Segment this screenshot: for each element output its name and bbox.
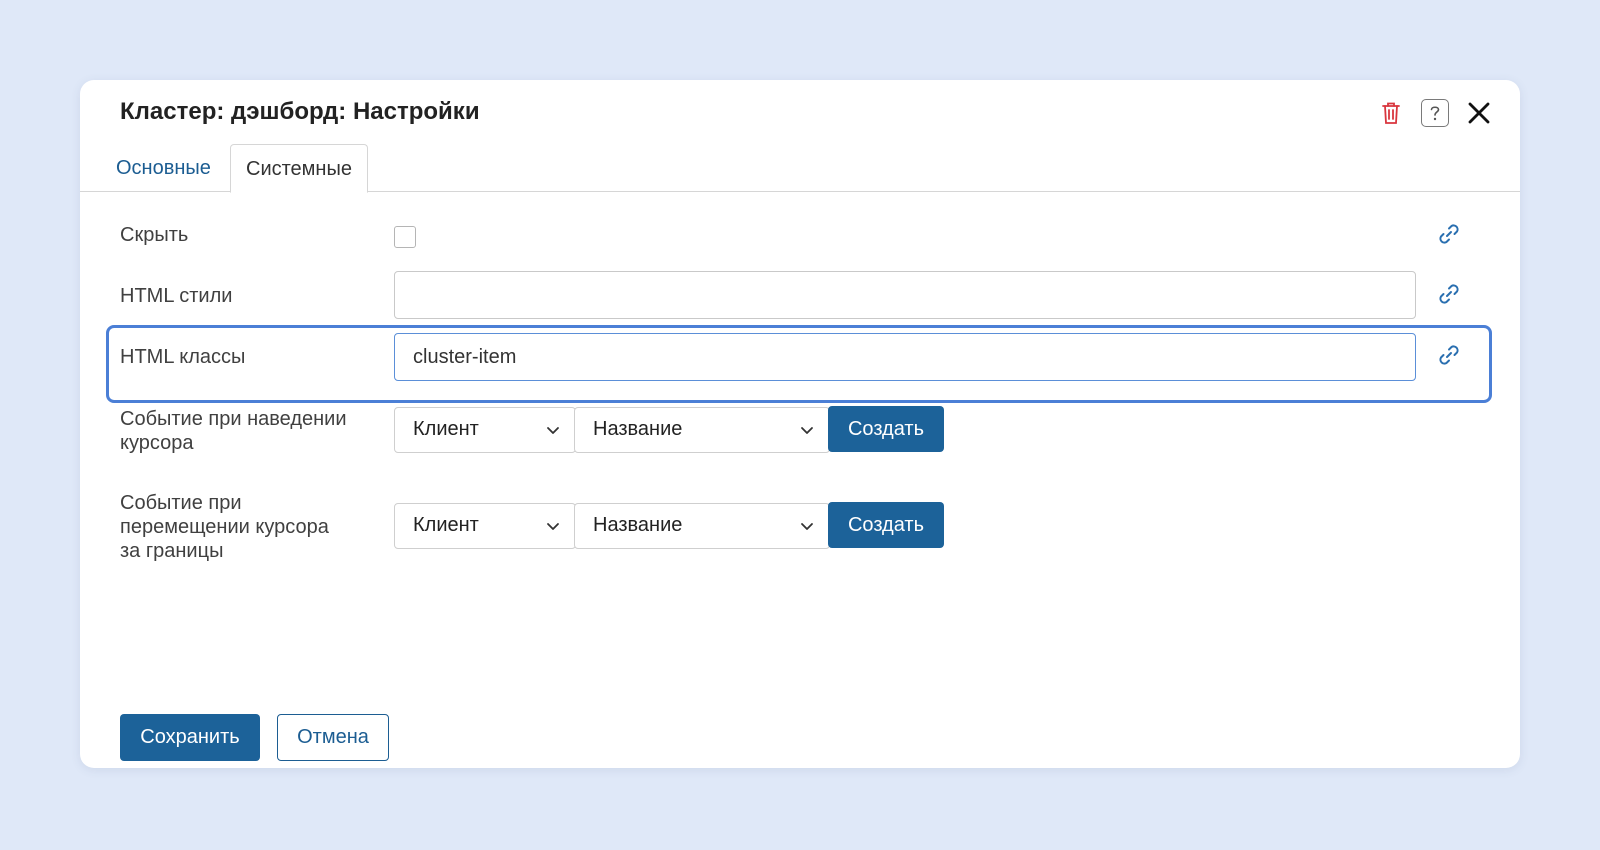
- leave-client-select[interactable]: Клиент: [394, 503, 576, 549]
- hover-name-select[interactable]: Название: [574, 407, 830, 453]
- leave-name-select-value: Название: [593, 514, 683, 536]
- leave-event-label: Событие при перемещении курсора за грани…: [120, 491, 329, 563]
- tab-bar: Основные Системные: [80, 144, 1520, 193]
- close-button[interactable]: [1462, 96, 1496, 130]
- leave-create-button[interactable]: Создать: [828, 502, 944, 548]
- link-icon[interactable]: [1436, 281, 1462, 307]
- chevron-down-icon: [801, 427, 813, 434]
- trash-icon: [1382, 102, 1400, 124]
- chevron-down-icon: [547, 427, 559, 434]
- help-button[interactable]: [1418, 96, 1452, 130]
- close-icon: [1468, 102, 1490, 124]
- tab-system[interactable]: Системные: [230, 144, 368, 193]
- html-classes-label: HTML классы: [120, 346, 246, 368]
- link-icon[interactable]: [1436, 221, 1462, 247]
- html-classes-input[interactable]: [394, 333, 1416, 381]
- hover-name-select-value: Название: [593, 418, 683, 440]
- leave-event-label-line1: Событие при: [120, 492, 242, 514]
- chevron-down-icon: [801, 523, 813, 530]
- delete-button[interactable]: [1374, 96, 1408, 130]
- link-icon[interactable]: [1436, 342, 1462, 368]
- leave-client-select-value: Клиент: [413, 514, 479, 536]
- save-button[interactable]: Сохранить: [120, 714, 260, 761]
- help-icon: [1421, 99, 1449, 127]
- hover-event-label-line1: Событие при наведении: [120, 408, 347, 430]
- hover-create-button[interactable]: Создать: [828, 406, 944, 452]
- settings-dialog: Кластер: дэшборд: Настройки Основные Сис…: [80, 80, 1520, 768]
- hover-event-label: Событие при наведении курсора: [120, 407, 347, 455]
- html-styles-input[interactable]: [394, 271, 1416, 319]
- cancel-button[interactable]: Отмена: [277, 714, 389, 761]
- dialog-header-actions: [1374, 96, 1496, 130]
- dialog-title: Кластер: дэшборд: Настройки: [120, 98, 480, 125]
- hover-client-select[interactable]: Клиент: [394, 407, 576, 453]
- hover-client-select-value: Клиент: [413, 418, 479, 440]
- leave-event-label-line2: перемещении курсора: [120, 516, 329, 538]
- hover-event-label-line2: курсора: [120, 432, 194, 454]
- html-styles-label: HTML стили: [120, 285, 233, 307]
- tab-main[interactable]: Основные: [101, 144, 226, 192]
- chevron-down-icon: [547, 523, 559, 530]
- hide-checkbox[interactable]: [394, 226, 416, 248]
- leave-event-label-line3: за границы: [120, 540, 224, 562]
- leave-name-select[interactable]: Название: [574, 503, 830, 549]
- hide-label: Скрыть: [120, 224, 189, 246]
